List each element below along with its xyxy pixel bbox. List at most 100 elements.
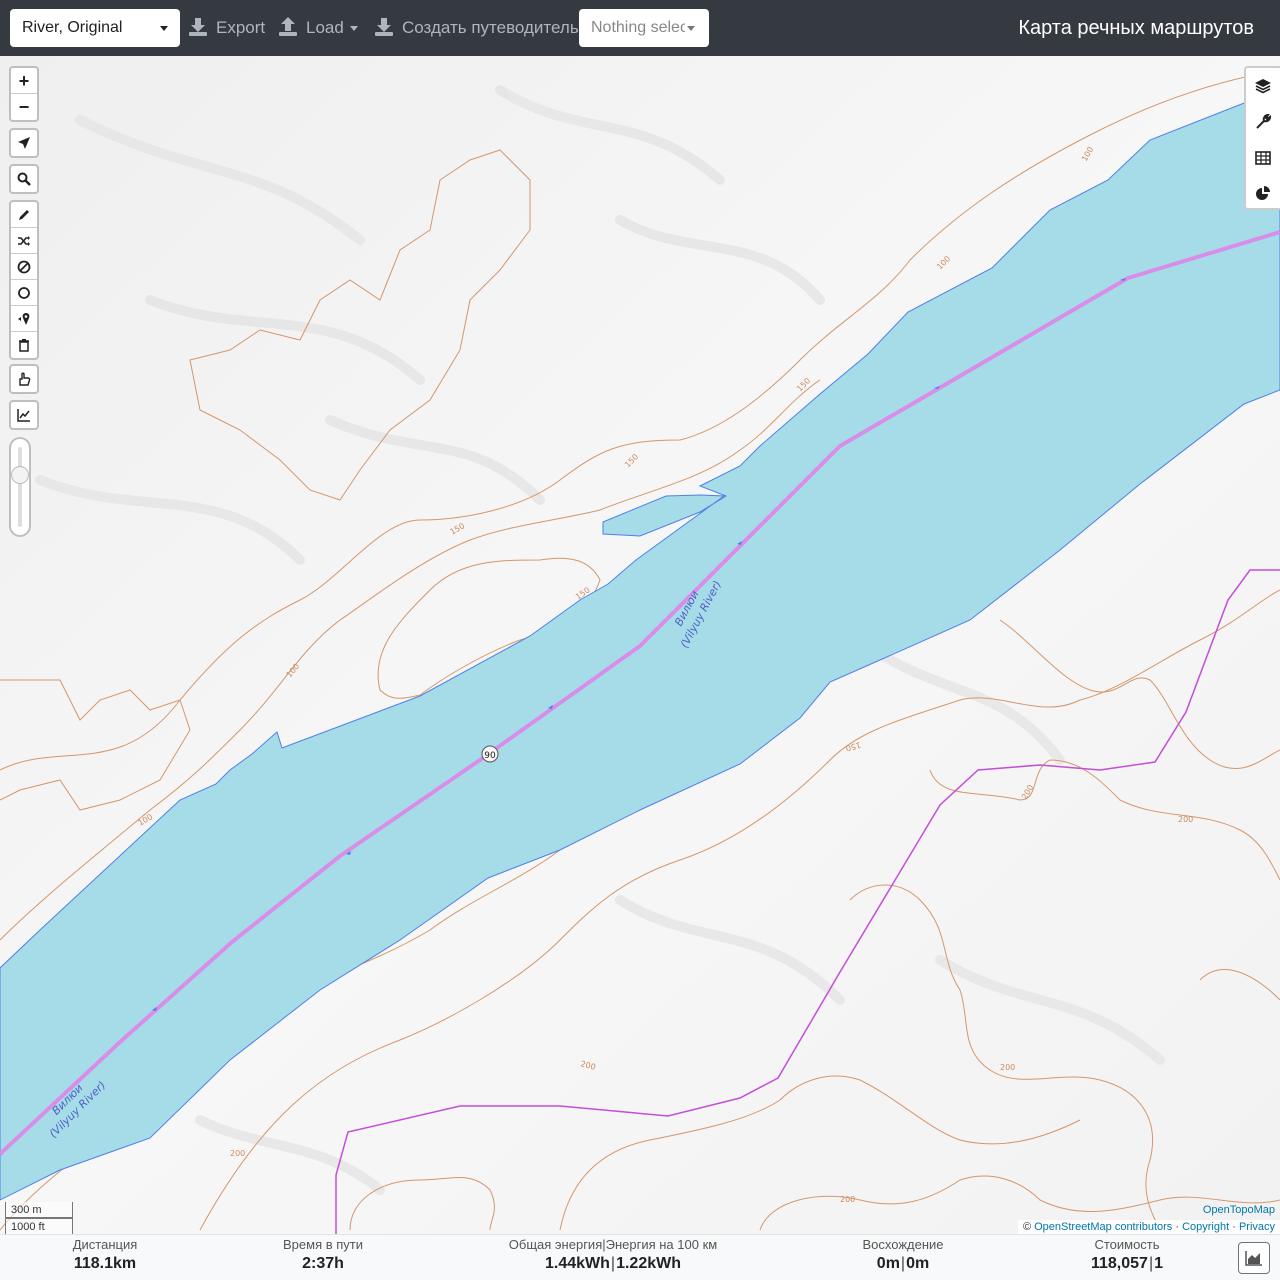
load-label: Load bbox=[306, 18, 344, 37]
stat-ascent: Восхождение 0m|0m bbox=[838, 1235, 968, 1273]
scale-bar: 300 m 1000 ft bbox=[5, 1202, 73, 1234]
descent-number: 0 bbox=[906, 1255, 915, 1272]
reroute-button[interactable] bbox=[11, 228, 37, 254]
stat-energy-label: Общая энергия|Энергия на 100 км bbox=[508, 1237, 718, 1252]
energy-per100-number: 1.22 bbox=[616, 1255, 648, 1272]
layers-icon bbox=[1255, 79, 1271, 94]
energy-per100-unit: kWh bbox=[647, 1255, 681, 1272]
route-shield-label: 90 bbox=[484, 751, 496, 761]
map-canvas[interactable]: 100 100 100 100 150 150 150 150 150 200 … bbox=[0, 56, 1280, 1234]
draw-route-button[interactable] bbox=[11, 202, 37, 228]
export-label: Export bbox=[216, 18, 266, 37]
zoom-control: + − bbox=[9, 66, 39, 122]
stat-time-value: 2:37h bbox=[258, 1255, 388, 1273]
opacity-slider-track bbox=[18, 447, 22, 527]
elevation-profile-toggle-button[interactable] bbox=[1238, 1242, 1270, 1274]
attribution: © OpenStreetMap contributors · Copyright… bbox=[1017, 1220, 1280, 1234]
pencil-icon bbox=[19, 210, 29, 220]
ascent-unit: m bbox=[885, 1255, 900, 1272]
stat-energy-value: 1.44kWh|1.22kWh bbox=[500, 1255, 726, 1273]
profile-control bbox=[9, 364, 39, 394]
shuffle-icon bbox=[18, 236, 30, 246]
ban-icon bbox=[17, 260, 31, 274]
statistics-button[interactable] bbox=[1246, 176, 1280, 212]
stat-ascent-value: 0m|0m bbox=[838, 1255, 968, 1273]
search-button[interactable] bbox=[11, 166, 37, 192]
contour-label: 200 bbox=[1178, 815, 1193, 824]
stat-cost-label: Стоимость bbox=[1094, 1237, 1160, 1252]
stat-distance-label: Дистанция bbox=[72, 1237, 138, 1252]
opacity-slider[interactable] bbox=[9, 437, 31, 537]
map-marker-icon bbox=[18, 313, 30, 325]
upload-icon bbox=[279, 17, 297, 36]
time-unit: h bbox=[334, 1255, 344, 1272]
circle-icon bbox=[18, 287, 30, 299]
zoom-in-button[interactable]: + bbox=[11, 68, 37, 94]
chevron-down-icon bbox=[687, 26, 695, 31]
topo-map-layer: 100 100 100 100 150 150 150 150 150 200 … bbox=[0, 56, 1280, 1234]
poi-button[interactable] bbox=[11, 306, 37, 332]
opacity-slider-thumb[interactable] bbox=[11, 466, 29, 484]
hand-pointer-icon bbox=[19, 372, 31, 386]
cost-secondary: 1 bbox=[1154, 1255, 1163, 1272]
energy-number: 1.44 bbox=[545, 1255, 577, 1272]
stat-time: Время в пути 2:37h bbox=[258, 1235, 388, 1273]
delete-button[interactable] bbox=[11, 332, 37, 358]
area-chart-icon bbox=[1245, 1251, 1262, 1266]
chevron-down-icon bbox=[160, 26, 168, 31]
distance-number: 118.1 bbox=[73, 1255, 114, 1272]
route-selection-dropdown[interactable]: Nothing selected bbox=[579, 9, 709, 47]
zoom-out-button[interactable]: − bbox=[11, 94, 37, 120]
top-navbar: River, Original Export Load Создать путе… bbox=[0, 0, 1280, 56]
stat-distance: Дистанция 118.1km bbox=[40, 1235, 170, 1273]
stat-distance-value: 118.1km bbox=[40, 1255, 170, 1273]
ascent-number: 0 bbox=[876, 1255, 886, 1272]
location-arrow-icon bbox=[18, 137, 30, 149]
create-guide-label: Создать путеводитель bbox=[402, 18, 579, 37]
line-chart-icon bbox=[17, 409, 30, 422]
draw-toolbar bbox=[9, 200, 39, 360]
attribution-copyright-link[interactable]: Copyright bbox=[1182, 1221, 1229, 1233]
profile-select[interactable]: River, Original bbox=[10, 9, 180, 47]
search-icon bbox=[17, 172, 31, 186]
chevron-down-icon bbox=[350, 26, 358, 31]
pie-chart-icon bbox=[1256, 186, 1270, 200]
stat-ascent-label: Восхождение bbox=[862, 1237, 944, 1252]
contour-label: 200 bbox=[1000, 1063, 1015, 1072]
contour-label: 200 bbox=[230, 1149, 245, 1158]
scale-metric: 300 m bbox=[5, 1202, 73, 1218]
locate-button[interactable] bbox=[11, 130, 37, 156]
profile-select-value: River, Original bbox=[22, 19, 123, 36]
locate-control bbox=[9, 128, 39, 158]
table-icon bbox=[1255, 151, 1271, 165]
table-button[interactable] bbox=[1246, 140, 1280, 176]
contour-label: 200 bbox=[840, 1195, 855, 1204]
time-number: 2:37 bbox=[302, 1255, 335, 1272]
app-title: Карта речных маршрутов bbox=[1018, 17, 1254, 39]
search-control bbox=[9, 164, 39, 194]
stat-time-label: Время в пути bbox=[283, 1237, 363, 1252]
layers-button[interactable] bbox=[1246, 68, 1280, 104]
download-icon bbox=[375, 18, 393, 36]
attribution-osm-link[interactable]: OpenStreetMap contributors bbox=[1034, 1221, 1172, 1233]
energy-unit: kWh bbox=[576, 1255, 610, 1272]
right-control-panel bbox=[1244, 66, 1280, 210]
route-shield: 90 bbox=[481, 745, 499, 763]
trash-icon bbox=[19, 339, 29, 352]
wrench-icon bbox=[1256, 113, 1272, 129]
cost-number: 118,057 bbox=[1090, 1255, 1148, 1272]
stat-energy: Общая энергия|Энергия на 100 км 1.44kWh|… bbox=[500, 1235, 726, 1273]
elevation-control bbox=[9, 400, 39, 430]
route-selection-placeholder: Nothing selected bbox=[591, 19, 685, 36]
download-icon bbox=[189, 18, 207, 36]
circle-tool-button[interactable] bbox=[11, 280, 37, 306]
no-go-area-button[interactable] bbox=[11, 254, 37, 280]
stat-cost: Стоимость 118,057|1 bbox=[1062, 1235, 1192, 1273]
attribution-privacy-link[interactable]: Privacy bbox=[1239, 1221, 1275, 1233]
profile-button[interactable] bbox=[11, 366, 37, 392]
tools-button[interactable] bbox=[1246, 104, 1280, 140]
descent-unit: m bbox=[914, 1255, 930, 1272]
scale-imperial: 1000 ft bbox=[5, 1218, 73, 1234]
elevation-chart-button[interactable] bbox=[11, 402, 37, 428]
attribution-provider-link[interactable]: OpenTopoMap bbox=[1203, 1204, 1275, 1216]
